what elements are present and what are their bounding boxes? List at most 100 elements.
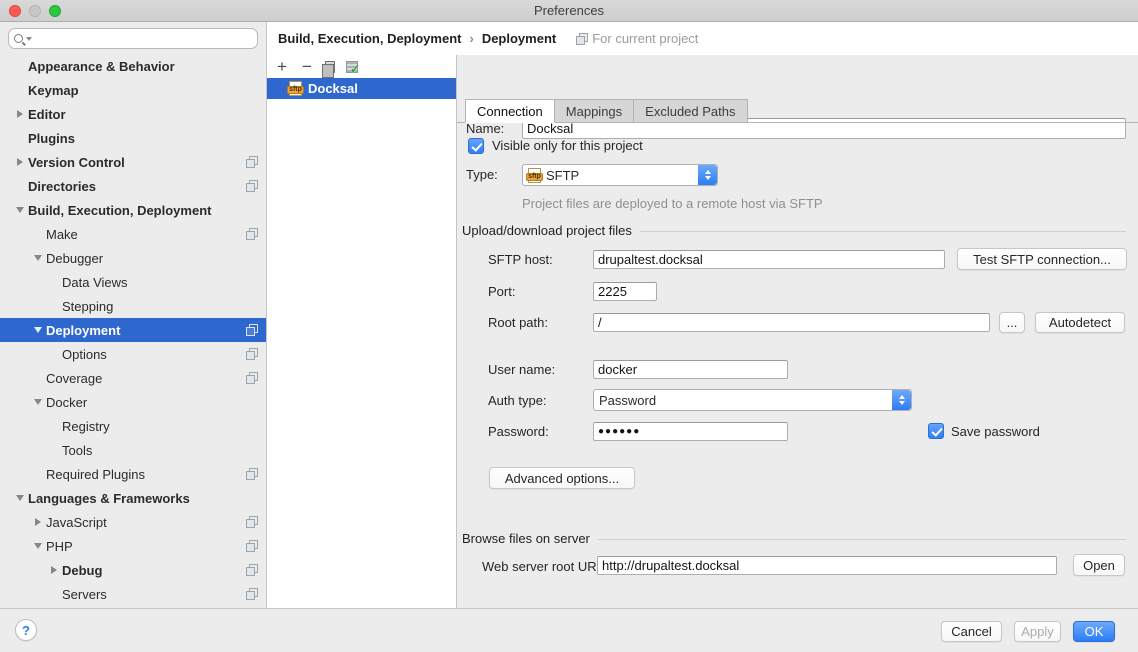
for-current-project-badge: For current project (576, 31, 698, 46)
sidebar-item-options[interactable]: Options (0, 342, 266, 366)
user-name-label: User name: (488, 362, 555, 378)
web-root-label: Web server root URL: (482, 559, 607, 575)
sidebar-item-version-control[interactable]: Version Control (0, 150, 266, 174)
collapsed-arrow-icon[interactable] (35, 518, 41, 526)
type-note: Project files are deployed to a remote h… (522, 196, 823, 211)
tab-excluded-paths[interactable]: Excluded Paths (634, 99, 747, 123)
title-bar: Preferences (0, 0, 1138, 22)
type-label: Type: (466, 167, 498, 183)
test-sftp-connection-button[interactable]: Test SFTP connection... (957, 248, 1127, 270)
server-list-item-docksal[interactable]: sftp Docksal (267, 78, 456, 99)
expanded-arrow-icon[interactable] (34, 327, 42, 333)
tab-mappings[interactable]: Mappings (555, 99, 634, 123)
port-label: Port: (488, 284, 515, 300)
open-url-button[interactable]: Open (1073, 554, 1125, 576)
sidebar-item-docker[interactable]: Docker (0, 390, 266, 414)
auth-type-select[interactable]: Password (593, 389, 912, 411)
root-path-label: Root path: (488, 315, 548, 331)
use-as-default-button[interactable] (346, 61, 358, 73)
tab-connection[interactable]: Connection (465, 99, 555, 123)
remove-server-button[interactable]: − (300, 58, 314, 75)
sidebar-item-servers[interactable]: Servers (0, 582, 266, 606)
sidebar-item-appearance-behavior[interactable]: Appearance & Behavior (0, 54, 266, 78)
sidebar-item-debug[interactable]: Debug (0, 558, 266, 582)
dropdown-stepper-icon[interactable] (698, 165, 717, 185)
sftp-host-input[interactable] (593, 250, 945, 269)
expanded-arrow-icon[interactable] (16, 495, 24, 501)
advanced-options-button[interactable]: Advanced options... (489, 467, 635, 489)
visible-only-checkbox[interactable] (468, 138, 484, 154)
cancel-button[interactable]: Cancel (941, 621, 1002, 642)
root-path-input[interactable] (593, 313, 990, 332)
name-label: Name: (466, 121, 504, 137)
breadcrumb-build-execution-deployment[interactable]: Build, Execution, Deployment (278, 31, 461, 46)
add-server-button[interactable]: + (275, 58, 289, 75)
expanded-arrow-icon[interactable] (34, 255, 42, 261)
server-name: Docksal (308, 81, 358, 96)
current-project-icon (246, 228, 257, 239)
help-button[interactable]: ? (15, 619, 37, 641)
save-password-label: Save password (951, 424, 1040, 440)
password-label: Password: (488, 424, 549, 440)
autodetect-button[interactable]: Autodetect (1035, 312, 1125, 333)
save-password-checkbox[interactable] (928, 423, 944, 439)
current-project-icon (246, 540, 257, 551)
collapsed-arrow-icon[interactable] (51, 566, 57, 574)
sidebar-item-languages-frameworks[interactable]: Languages & Frameworks (0, 486, 266, 510)
browse-root-path-button[interactable]: ... (999, 312, 1025, 333)
section-upload-download: Upload/download project files (462, 222, 1126, 238)
sidebar-item-javascript[interactable]: JavaScript (0, 510, 266, 534)
breadcrumb: Build, Execution, Deployment › Deploymen… (267, 22, 1138, 55)
current-project-icon (246, 564, 257, 575)
search-options-caret-icon[interactable] (26, 37, 32, 41)
breadcrumb-deployment[interactable]: Deployment (482, 31, 556, 46)
sidebar-item-coverage[interactable]: Coverage (0, 366, 266, 390)
web-root-input[interactable] (597, 556, 1057, 575)
deployment-tabs: Connection Mappings Excluded Paths (465, 99, 748, 123)
auth-type-value: Password (599, 393, 656, 408)
sidebar-item-php[interactable]: PHP (0, 534, 266, 558)
visible-only-label: Visible only for this project (492, 138, 643, 154)
sftp-host-label: SFTP host: (488, 252, 553, 268)
expanded-arrow-icon[interactable] (34, 543, 42, 549)
current-project-icon (246, 180, 257, 191)
search-icon (14, 34, 23, 43)
sidebar-item-make[interactable]: Make (0, 222, 266, 246)
user-name-input[interactable] (593, 360, 788, 379)
sidebar-item-required-plugins[interactable]: Required Plugins (0, 462, 266, 486)
collapsed-arrow-icon[interactable] (17, 110, 23, 118)
settings-search-input[interactable] (8, 28, 258, 49)
auth-type-label: Auth type: (488, 393, 547, 409)
sidebar-item-build-execution-deployment[interactable]: Build, Execution, Deployment (0, 198, 266, 222)
copy-server-button[interactable] (325, 61, 335, 73)
server-list-toolbar: + − (267, 55, 456, 78)
expanded-arrow-icon[interactable] (16, 207, 24, 213)
sidebar-item-directories[interactable]: Directories (0, 174, 266, 198)
deployment-form-panel: Name: Connection Mappings Excluded Paths… (457, 55, 1138, 608)
port-input[interactable] (593, 282, 657, 301)
sftp-file-icon: sftp (289, 81, 302, 96)
sidebar-item-plugins[interactable]: Plugins (0, 126, 266, 150)
sidebar-item-tools[interactable]: Tools (0, 438, 266, 462)
dialog-footer: ? Cancel Apply OK (0, 608, 1138, 652)
collapsed-arrow-icon[interactable] (17, 158, 23, 166)
sidebar-item-data-views[interactable]: Data Views (0, 270, 266, 294)
current-project-icon (246, 468, 257, 479)
sidebar-item-deployment[interactable]: Deployment (0, 318, 266, 342)
type-value: SFTP (546, 168, 579, 183)
sidebar-item-stepping[interactable]: Stepping (0, 294, 266, 318)
current-project-icon (246, 588, 257, 599)
password-input[interactable] (593, 422, 788, 441)
type-select[interactable]: sftp SFTP (522, 164, 718, 186)
sftp-file-icon: sftp (528, 168, 541, 183)
sidebar-item-keymap[interactable]: Keymap (0, 78, 266, 102)
sidebar-item-debugger[interactable]: Debugger (0, 246, 266, 270)
ok-button[interactable]: OK (1073, 621, 1115, 642)
window-title: Preferences (0, 3, 1138, 18)
sidebar-item-editor[interactable]: Editor (0, 102, 266, 126)
apply-button[interactable]: Apply (1014, 621, 1061, 642)
current-project-icon (246, 516, 257, 527)
expanded-arrow-icon[interactable] (34, 399, 42, 405)
dropdown-stepper-icon[interactable] (892, 390, 911, 410)
sidebar-item-registry[interactable]: Registry (0, 414, 266, 438)
